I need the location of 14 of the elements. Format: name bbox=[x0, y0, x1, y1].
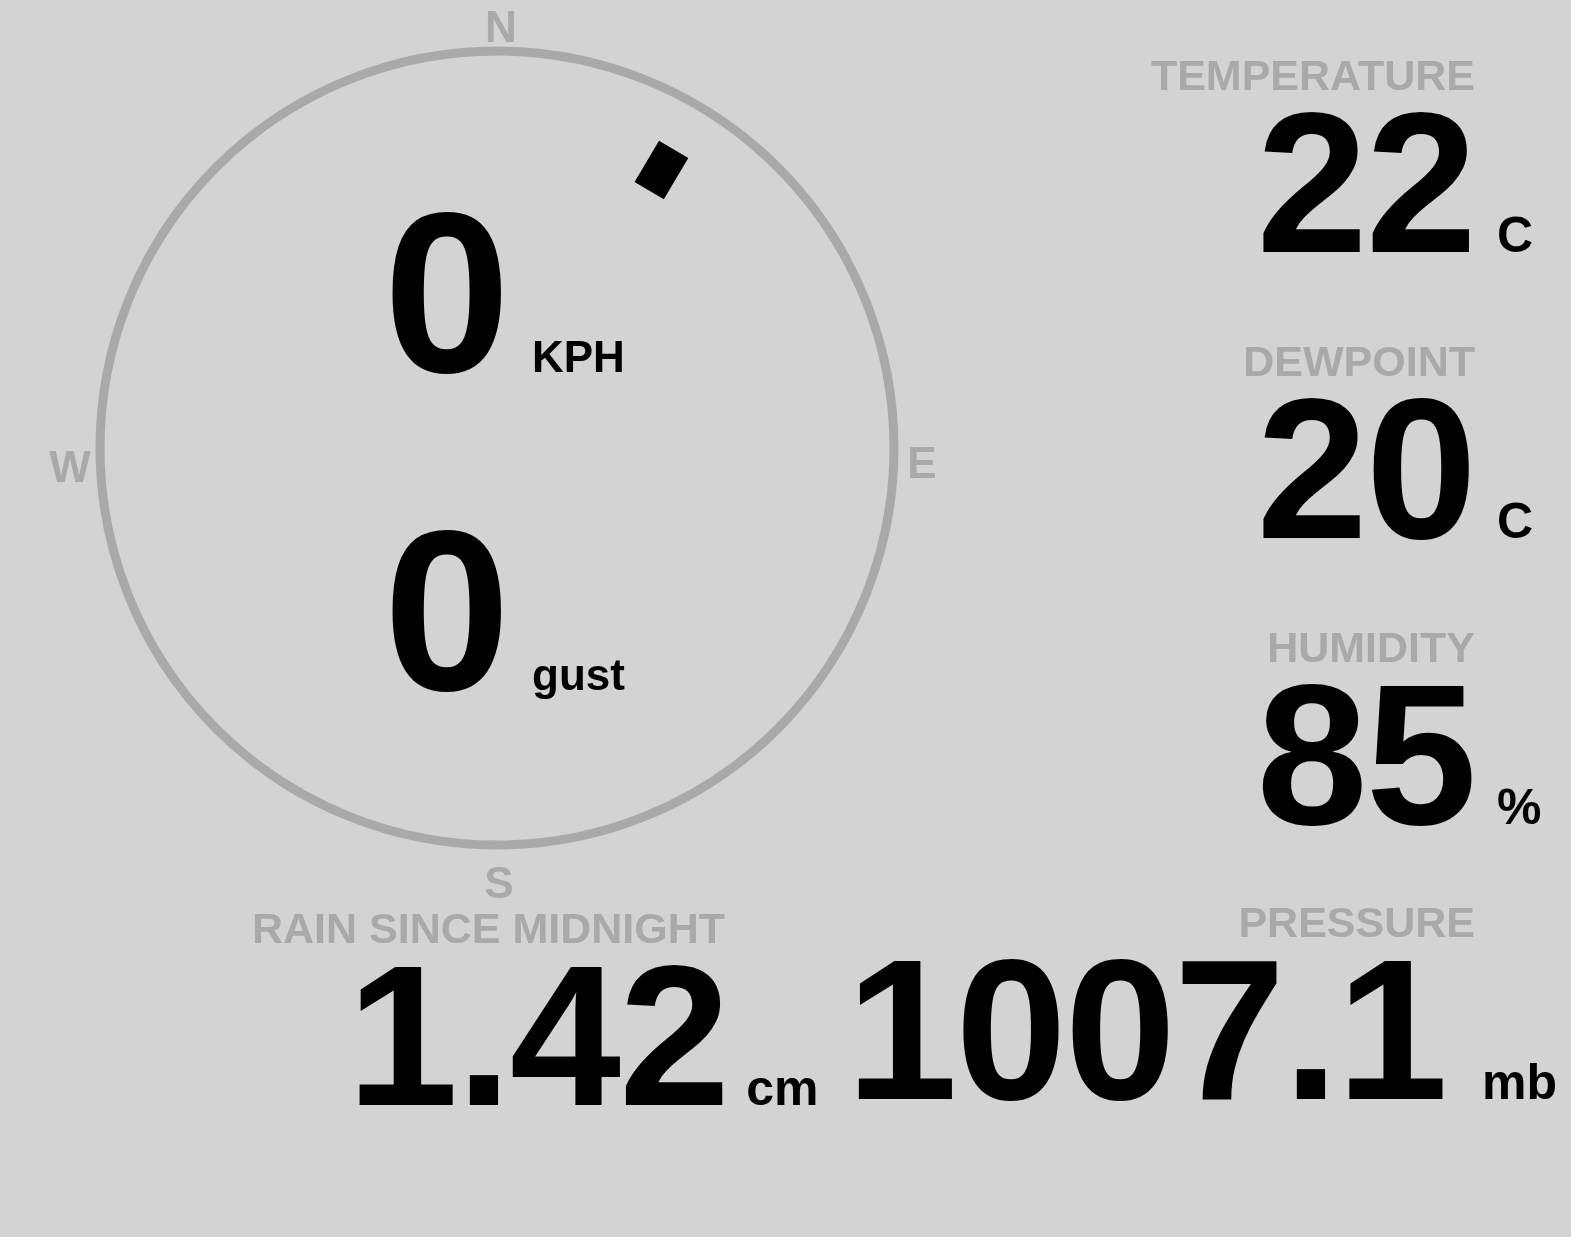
pressure-unit: mb bbox=[1482, 1053, 1557, 1112]
wind-gust-value: 0 bbox=[383, 484, 511, 738]
reading-unit: % bbox=[1497, 778, 1543, 837]
pressure-value: 1007.1 bbox=[846, 945, 1446, 1115]
reading-unit: C bbox=[1497, 206, 1535, 265]
reading-value: 85 bbox=[1256, 670, 1475, 840]
reading-value: 20 bbox=[1256, 384, 1475, 554]
rain-value: 1.42 bbox=[347, 951, 729, 1121]
wind-gust-unit: gust bbox=[532, 650, 625, 699]
wind-speed-unit: KPH bbox=[532, 332, 625, 381]
wind-speed-value: 0 bbox=[383, 166, 511, 420]
reading-value: 22 bbox=[1256, 98, 1475, 268]
reading-unit: C bbox=[1497, 492, 1535, 551]
rain-unit: cm bbox=[746, 1059, 819, 1118]
